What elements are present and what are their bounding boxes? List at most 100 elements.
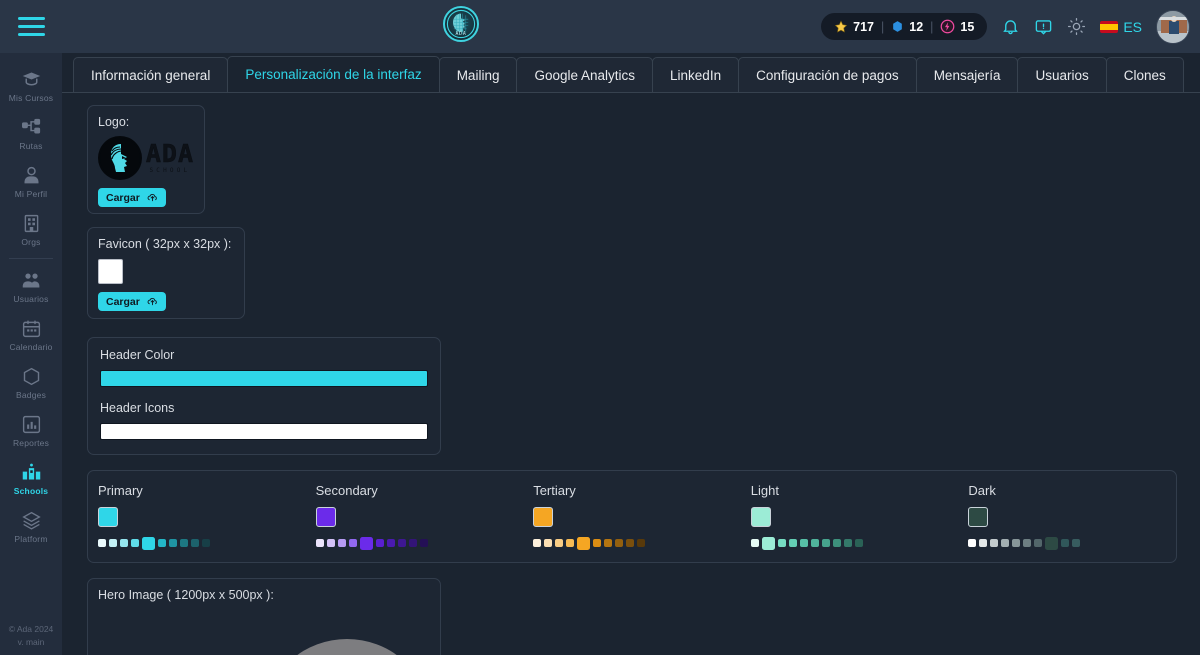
palette-shade-swatch[interactable] [968,539,977,547]
sidebar-item-mis-cursos[interactable]: Mis Cursos [0,61,62,109]
palette-shade-swatch[interactable] [854,539,863,547]
sidebar-item-badges[interactable]: Badges [0,358,62,406]
palette-shade-swatch[interactable] [120,539,128,547]
palette-shade-swatch[interactable] [191,539,199,547]
tab-usuarios[interactable]: Usuarios [1017,57,1107,92]
favicon-upload-button[interactable]: Cargar [98,292,166,311]
ada-brand-logo[interactable]: ADA [443,6,479,42]
palette-shade-swatch[interactable] [1012,539,1021,547]
palette-shade-swatch[interactable] [109,539,117,547]
palette-shade-swatch[interactable] [821,539,830,547]
sidebar-item-orgs[interactable]: Orgs [0,205,62,253]
palette-shade-swatch[interactable] [555,539,564,547]
palette-shade-swatch[interactable] [1001,539,1010,547]
feedback-icon[interactable] [1034,17,1053,36]
palette-shade-swatch[interactable] [799,539,808,547]
svg-text:</>: </> [320,650,389,655]
palette-shade-swatch[interactable] [1072,539,1081,547]
sidebar-item-rutas[interactable]: Rutas [0,109,62,157]
palette-shade-swatch[interactable] [375,539,384,547]
palette-shade-swatch[interactable] [408,539,417,547]
palette-shade-swatch[interactable] [1023,539,1032,547]
tab-mailing[interactable]: Mailing [438,57,518,92]
chart-bar-icon [21,413,42,435]
palette-main-swatch[interactable] [533,507,554,527]
palette-shade-swatch[interactable] [577,536,591,550]
palette-shade-swatch[interactable] [1034,539,1043,547]
palette-shade-swatch[interactable] [397,539,406,547]
palette-shade-swatch[interactable] [158,539,166,547]
palette-shade-swatch[interactable] [359,536,373,550]
tab-configuracion-pagos[interactable]: Configuración de pagos [738,57,917,92]
stat-star-value: 717 [853,19,874,34]
palette-shade-swatch[interactable] [777,539,786,547]
stat-gem: 12 [891,20,923,34]
palette-shade-swatch[interactable] [1045,536,1059,550]
palette-main-swatch[interactable] [750,507,771,527]
palette-shade-swatch[interactable] [348,539,357,547]
sidebar-item-schools[interactable]: Schools [0,454,62,502]
palette-shade-swatch[interactable] [637,539,646,547]
palette-shade-swatch[interactable] [788,539,797,547]
palette-shade-swatch[interactable] [326,539,335,547]
bell-icon[interactable] [1001,17,1020,36]
language-selector[interactable]: ES [1100,19,1142,35]
layers-icon [21,509,42,531]
palette-shade-swatch[interactable] [761,536,775,550]
stat-separator-1: | [881,19,885,34]
palette-shade-swatch[interactable] [169,539,177,547]
palette-shade-swatch[interactable] [990,539,999,547]
tab-personalizacion-interfaz[interactable]: Personalización de la interfaz [227,56,440,92]
palette-shade-swatch[interactable] [593,539,602,547]
palette-shade-swatch[interactable] [98,539,106,547]
palette-main-swatch[interactable] [968,507,989,527]
calendar-icon [21,317,42,339]
palette-shade-swatch[interactable] [810,539,819,547]
person-icon [21,164,42,186]
sidebar-item-reportes[interactable]: Reportes [0,406,62,454]
palette-shade-swatch[interactable] [566,539,575,547]
hero-image-card: Hero Image ( 1200px x 500px ): </> [87,578,441,655]
palette-shade-swatch[interactable] [615,539,624,547]
palette-main-swatch[interactable] [315,507,336,527]
palette-shade-swatch[interactable] [832,539,841,547]
header-color-input[interactable] [100,370,428,387]
tab-mensajeria[interactable]: Mensajería [915,57,1019,92]
palette-shade-swatch[interactable] [315,539,324,547]
logo-upload-button[interactable]: Cargar [98,188,166,207]
palette-main-swatch[interactable] [98,507,118,527]
sidebar-item-mi-perfil[interactable]: Mi Perfil [0,157,62,205]
palette-shade-swatch[interactable] [604,539,613,547]
sidebar-item-usuarios[interactable]: Usuarios [0,262,62,310]
palette-shade-row [968,536,1176,550]
palette-shade-swatch[interactable] [533,539,542,547]
tab-linkedin[interactable]: LinkedIn [652,57,740,92]
user-avatar[interactable] [1156,9,1190,44]
palette-shade-swatch[interactable] [202,539,210,547]
hamburger-menu-icon[interactable] [0,0,62,53]
palette-tertiary: Tertiary [523,483,741,562]
palette-shade-swatch[interactable] [386,539,395,547]
hexagon-icon [21,365,42,387]
tab-informacion-general[interactable]: Información general [73,57,229,92]
favicon-preview [98,259,123,284]
palette-shade-swatch[interactable] [337,539,346,547]
sidebar-item-calendario[interactable]: Calendario [0,310,62,358]
sidebar-item-platform[interactable]: Platform [0,502,62,550]
palette-shade-swatch[interactable] [142,536,155,550]
header-icons-color-input[interactable] [100,423,428,440]
palette-shade-swatch[interactable] [626,539,635,547]
palette-shade-swatch[interactable] [979,539,988,547]
sun-icon[interactable] [1067,17,1086,36]
tab-google-analytics[interactable]: Google Analytics [516,57,654,92]
palette-shade-swatch[interactable] [131,539,139,547]
palette-shade-swatch[interactable] [1061,539,1070,547]
palette-shade-swatch[interactable] [843,539,852,547]
header-right-cluster: 717 | 12 | 15 ES [821,0,1190,53]
building-icon [21,212,42,234]
palette-shade-swatch[interactable] [180,539,188,547]
palette-shade-swatch[interactable] [544,539,553,547]
tab-clones[interactable]: Clones [1105,57,1184,92]
palette-shade-swatch[interactable] [750,539,759,547]
palette-shade-swatch[interactable] [419,539,428,547]
